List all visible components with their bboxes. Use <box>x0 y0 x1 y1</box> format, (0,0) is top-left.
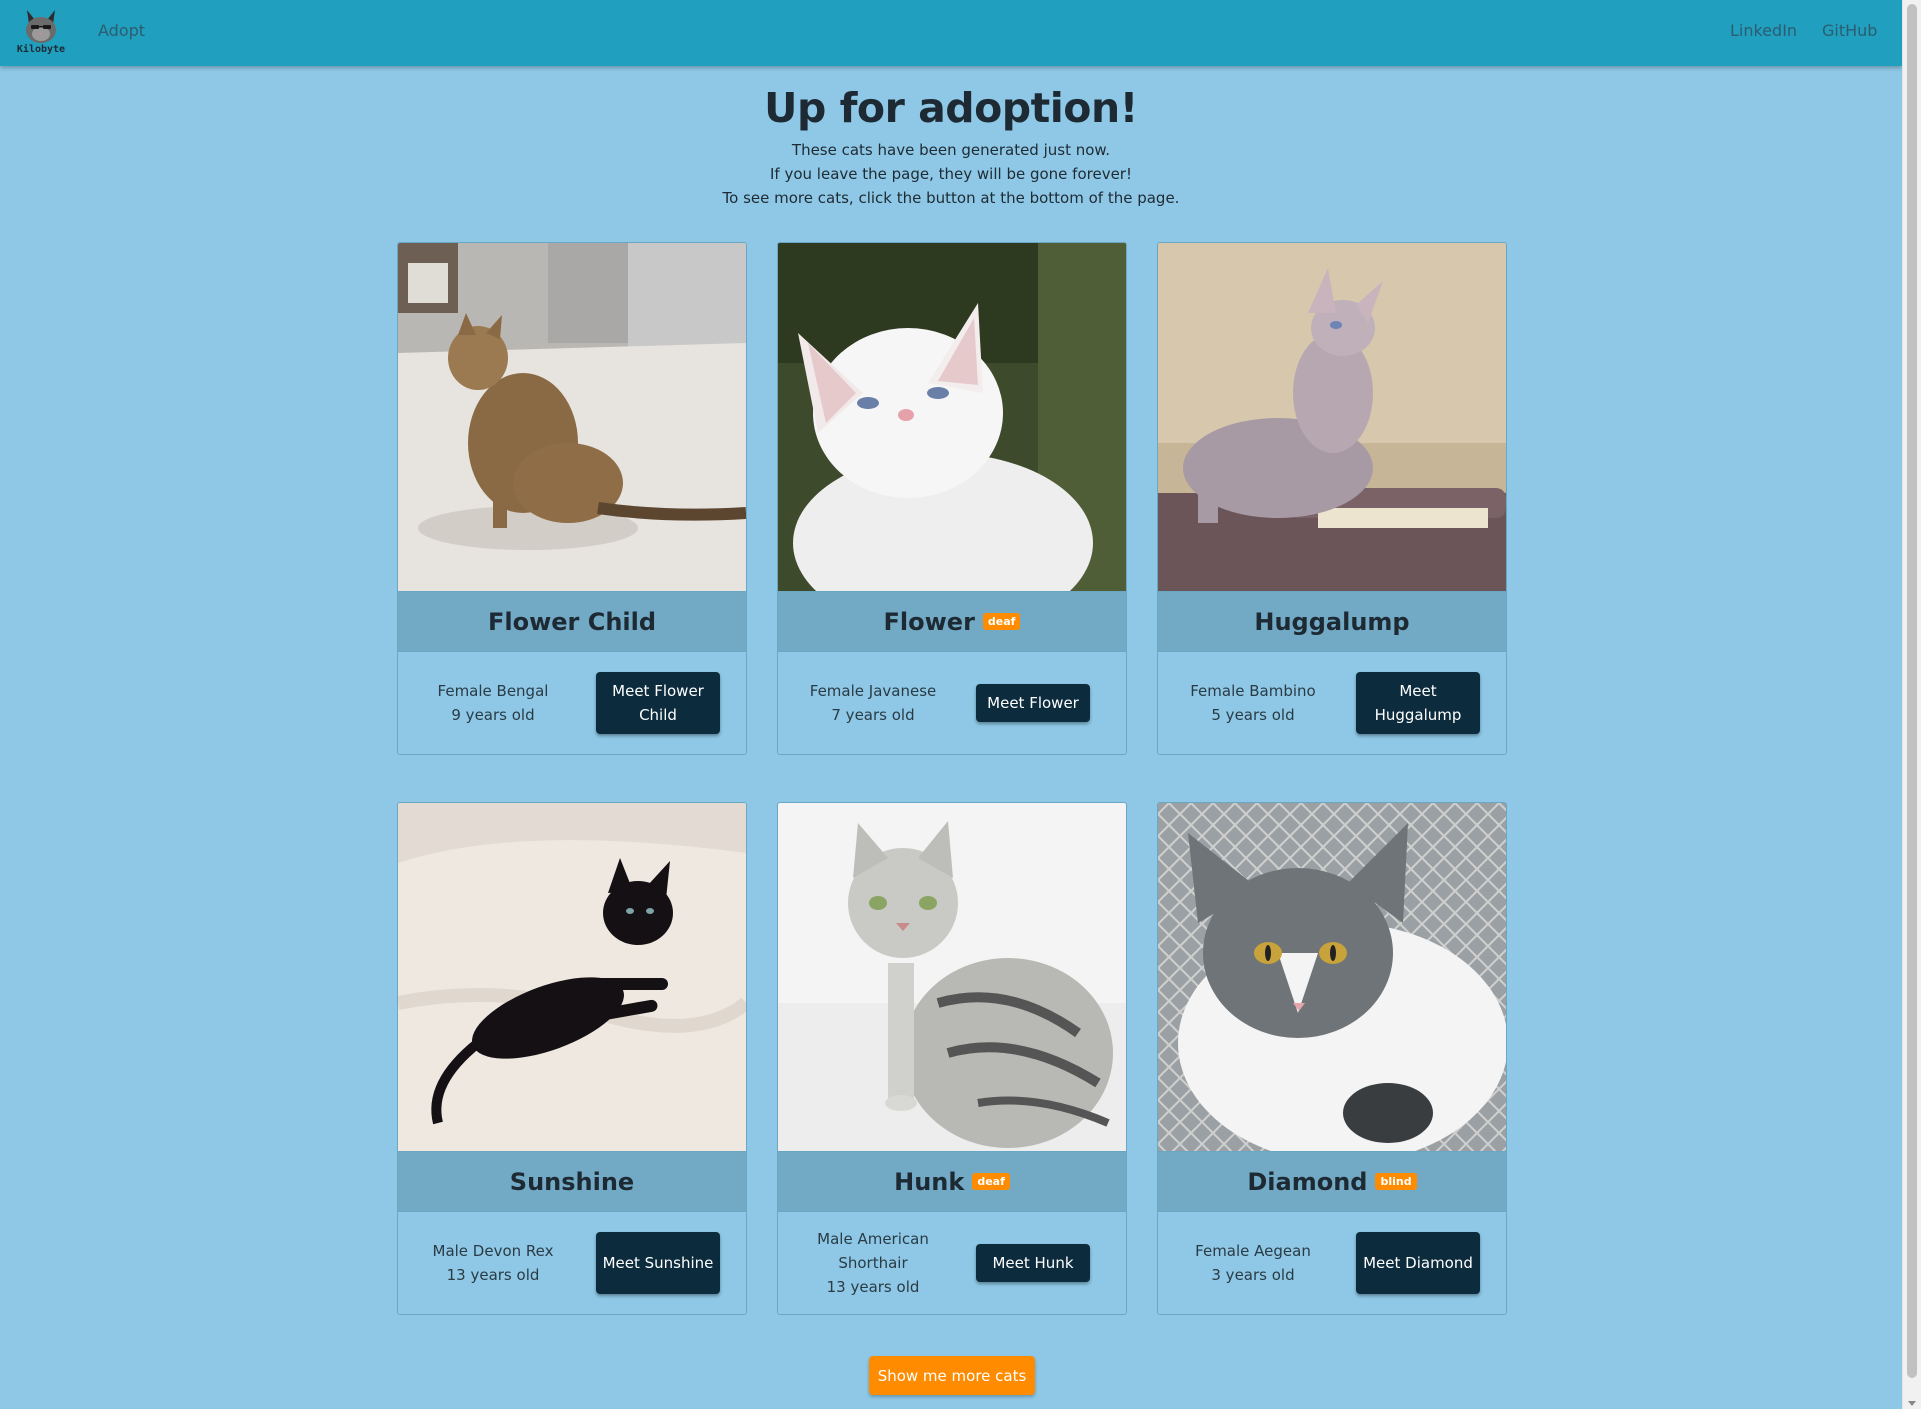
card-body: Female Bambino 5 years old Meet Huggalum… <box>1158 652 1506 754</box>
cat-breed: Female Bengal <box>437 682 549 700</box>
cat-name: Flower Child <box>487 607 657 636</box>
meet-cat-button[interactable]: Meet Diamond <box>1356 1232 1480 1294</box>
cat-photo <box>1158 803 1506 1151</box>
cat-breed: Female Aegean <box>1195 1242 1311 1260</box>
cat-age: 9 years old <box>451 706 535 724</box>
cat-info: Female Bengal 9 years old <box>398 679 588 727</box>
cat-name-bar: Hunk deaf <box>778 1151 1126 1212</box>
cat-name-bar: Sunshine <box>398 1151 746 1212</box>
cat-logo-icon <box>26 10 56 43</box>
cat-card: Hunk deaf Male American Shorthair 13 yea… <box>777 802 1127 1315</box>
cat-name: Huggalump <box>1254 607 1410 636</box>
cat-photo <box>778 803 1126 1151</box>
cat-name-bar: Diamond blind <box>1158 1151 1506 1212</box>
cat-name-bar: Huggalump <box>1158 591 1506 652</box>
show-more-cats-button[interactable]: Show me more cats <box>869 1356 1035 1395</box>
cat-card: Diamond blind Female Aegean 3 years old … <box>1157 802 1507 1315</box>
cat-breed: Female Bambino <box>1190 682 1316 700</box>
cat-breed: Male Devon Rex <box>432 1242 554 1260</box>
card-body: Female Javanese 7 years old Meet Flower <box>778 652 1126 754</box>
cat-name: Flower <box>883 607 975 636</box>
intro-line-3: To see more cats, click the button at th… <box>722 189 1180 207</box>
card-body: Female Aegean 3 years old Meet Diamond <box>1158 1212 1506 1314</box>
intro-line-1: These cats have been generated just now. <box>791 141 1111 159</box>
cat-info: Female Bambino 5 years old <box>1158 679 1348 727</box>
nav-link-adopt[interactable]: Adopt <box>98 21 145 40</box>
cat-info: Male American Shorthair 13 years old <box>778 1227 968 1299</box>
cat-info: Female Aegean 3 years old <box>1158 1239 1348 1287</box>
cat-breed: Female Javanese <box>809 682 937 700</box>
cat-age: 7 years old <box>831 706 915 724</box>
cat-name: Hunk <box>894 1167 965 1196</box>
cat-info: Male Devon Rex 13 years old <box>398 1239 588 1287</box>
cat-photo <box>778 243 1126 591</box>
brand-text: Kilobyte <box>16 44 66 55</box>
meet-cat-button[interactable]: Meet Sunshine <box>596 1232 720 1294</box>
cat-photo <box>398 243 746 591</box>
navbar: Kilobyte Adopt LinkedIn GitHub <box>0 0 1902 66</box>
meet-cat-button[interactable]: Meet Flower Child <box>596 672 720 734</box>
page-scrollbar[interactable] <box>1902 0 1921 1409</box>
disability-badge: blind <box>1375 1173 1417 1190</box>
cat-name: Diamond <box>1247 1167 1368 1196</box>
cat-name-bar: Flower deaf <box>778 591 1126 652</box>
cat-name-bar: Flower Child <box>398 591 746 652</box>
cat-age: 13 years old <box>446 1266 540 1284</box>
cat-info: Female Javanese 7 years old <box>778 679 968 727</box>
cat-breed: Male American Shorthair <box>817 1230 929 1272</box>
cat-name: Sunshine <box>509 1167 635 1196</box>
cat-card: Flower Child Female Bengal 9 years old M… <box>397 242 747 755</box>
meet-cat-button[interactable]: Meet Hunk <box>976 1244 1090 1282</box>
nav-link-github[interactable]: GitHub <box>1822 21 1877 40</box>
card-body: Female Bengal 9 years old Meet Flower Ch… <box>398 652 746 754</box>
page-header: Up for adoption! These cats have been ge… <box>0 78 1902 210</box>
cat-card: Huggalump Female Bambino 5 years old Mee… <box>1157 242 1507 755</box>
card-body: Male Devon Rex 13 years old Meet Sunshin… <box>398 1212 746 1314</box>
cat-photo <box>1158 243 1506 591</box>
cat-age: 3 years old <box>1211 1266 1295 1284</box>
cat-card: Sunshine Male Devon Rex 13 years old Mee… <box>397 802 747 1315</box>
scrollbar-thumb[interactable] <box>1907 4 1917 1378</box>
meet-cat-button[interactable]: Meet Huggalump <box>1356 672 1480 734</box>
page-title: Up for adoption! <box>764 84 1138 132</box>
nav-link-linkedin[interactable]: LinkedIn <box>1730 21 1797 40</box>
cat-photo <box>398 803 746 1151</box>
scroll-down-arrow-icon[interactable] <box>1908 1401 1916 1406</box>
brand-logo[interactable]: Kilobyte <box>14 6 68 60</box>
disability-badge: deaf <box>972 1173 1010 1190</box>
cat-age: 13 years old <box>826 1278 920 1296</box>
card-body: Male American Shorthair 13 years old Mee… <box>778 1212 1126 1314</box>
cat-age: 5 years old <box>1211 706 1295 724</box>
meet-cat-button[interactable]: Meet Flower <box>976 684 1090 722</box>
disability-badge: deaf <box>982 613 1021 630</box>
intro-line-2: If you leave the page, they will be gone… <box>770 165 1132 183</box>
cat-card: Flower deaf Female Javanese 7 years old … <box>777 242 1127 755</box>
